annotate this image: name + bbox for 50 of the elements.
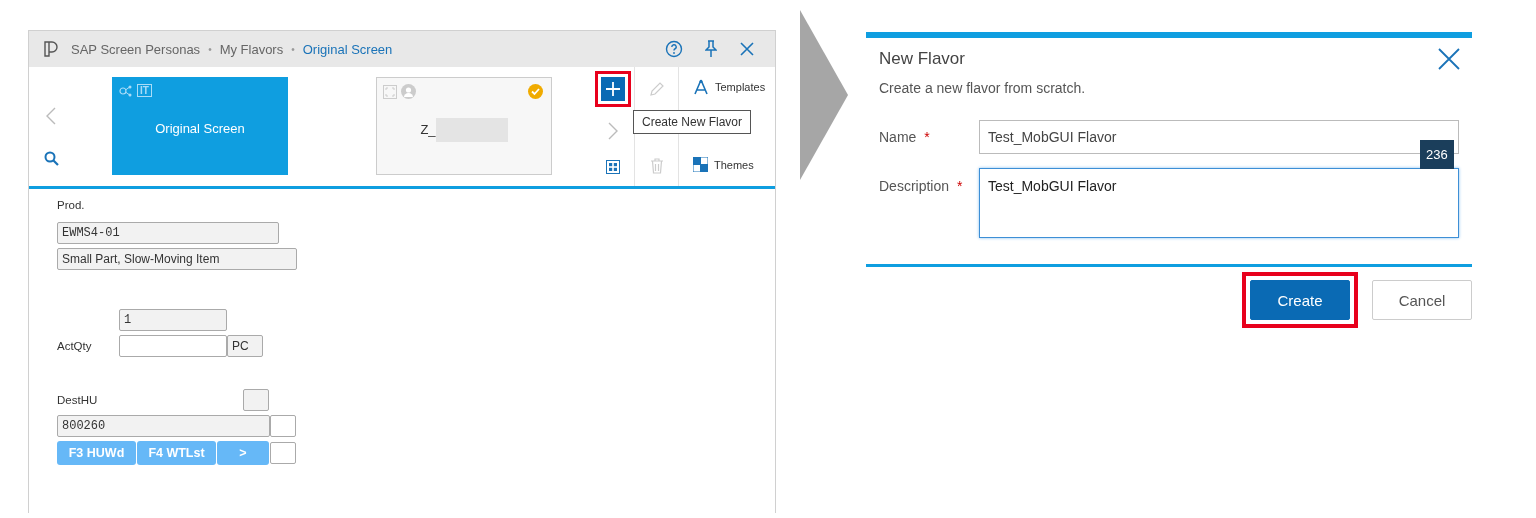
- field-label: ActQty: [57, 340, 93, 352]
- product-field[interactable]: EWMS4-01: [57, 222, 279, 244]
- checker-icon: [693, 157, 708, 172]
- quantity-field[interactable]: 1: [119, 309, 227, 331]
- quantity-input[interactable]: [119, 335, 227, 357]
- user-icon: [401, 84, 416, 99]
- unit-field[interactable]: PC: [227, 335, 263, 357]
- field-label: Name: [879, 129, 917, 145]
- description-field[interactable]: Small Part, Slow-Moving Item: [57, 248, 297, 270]
- themes-button[interactable]: Themes: [693, 157, 775, 172]
- description-field[interactable]: Test_MobGUI Flavor: [979, 168, 1459, 238]
- close-icon[interactable]: [739, 41, 755, 57]
- flavor-title: Z_: [420, 122, 436, 137]
- breadcrumb-link[interactable]: My Flavors: [219, 41, 284, 57]
- close-icon[interactable]: [1438, 48, 1460, 70]
- help-icon[interactable]: [665, 40, 683, 58]
- fullscreen-icon: [383, 84, 397, 99]
- templates-button[interactable]: Templates: [693, 79, 775, 95]
- logo-icon: [43, 41, 59, 57]
- pencil-icon[interactable]: [648, 81, 665, 97]
- flavor-title: Original Screen: [155, 121, 245, 136]
- cancel-button[interactable]: Cancel: [1372, 280, 1472, 320]
- create-button[interactable]: Create: [1250, 280, 1350, 320]
- separator-dot: •: [208, 43, 212, 55]
- language-badge: IT: [137, 84, 152, 97]
- plus-icon: [605, 82, 620, 96]
- flavor-tile[interactable]: Z_: [376, 77, 552, 175]
- dialog-subtitle: Create a new flavor from scratch.: [878, 79, 1087, 96]
- character-counter: 236: [1420, 140, 1454, 169]
- separator-dot: •: [291, 43, 295, 55]
- dialog-title: New Flavor: [879, 49, 965, 69]
- trash-icon[interactable]: [649, 158, 664, 174]
- grid-icon[interactable]: [605, 160, 620, 174]
- chevron-right-icon[interactable]: [607, 121, 618, 140]
- chevron-left-icon[interactable]: [46, 107, 56, 125]
- breadcrumb-link[interactable]: Original Screen: [302, 41, 393, 57]
- field-label: Prod.: [57, 199, 85, 211]
- checkbox[interactable]: [243, 389, 269, 411]
- handling-unit-field[interactable]: 800260: [57, 415, 270, 437]
- search-icon[interactable]: [43, 151, 59, 166]
- required-mark: *: [957, 178, 963, 194]
- required-mark: *: [924, 129, 930, 145]
- compass-icon: [693, 79, 709, 95]
- add-button[interactable]: [600, 77, 625, 101]
- field-label: Description: [879, 178, 950, 194]
- breadcrumb-link[interactable]: SAP Screen Personas: [71, 41, 201, 57]
- field-label: DestHU: [57, 394, 99, 406]
- pin-icon[interactable]: [705, 40, 717, 58]
- share-icon: [119, 84, 133, 97]
- tooltip: Create New Flavor: [633, 110, 752, 134]
